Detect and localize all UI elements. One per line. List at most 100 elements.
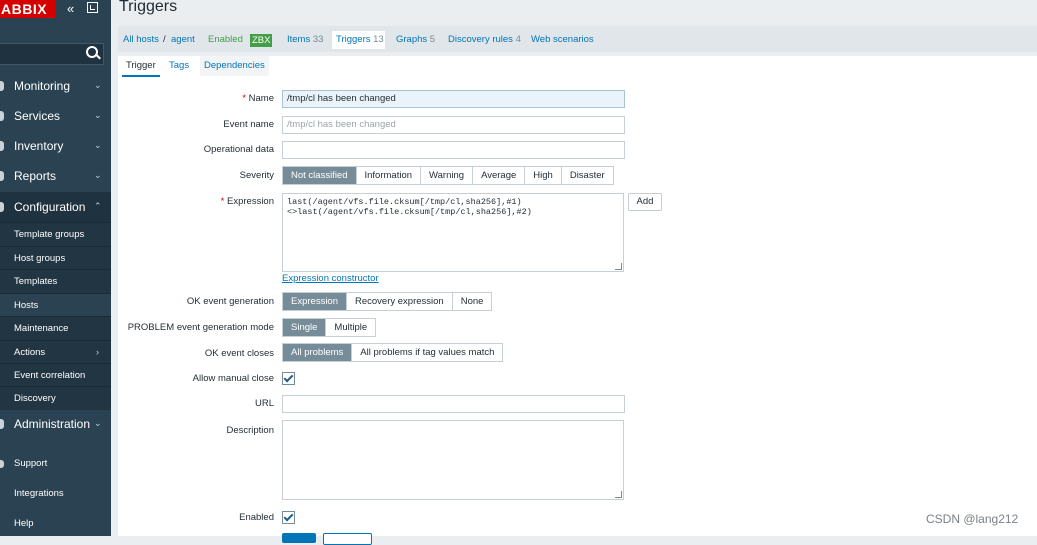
allow-manual-close-checkbox[interactable]	[282, 372, 295, 385]
sidebar-item-hosts[interactable]: Hosts	[0, 293, 111, 317]
sidebar-help[interactable]: Help	[0, 509, 111, 539]
problem-mode-single[interactable]: Single	[283, 319, 327, 336]
update-button[interactable]	[282, 533, 316, 543]
menu-label: Configuration	[14, 200, 86, 214]
ok-event-expression[interactable]: Expression	[283, 293, 347, 310]
url-label: URL	[254, 398, 274, 409]
services-icon	[0, 111, 4, 121]
resize-handle-icon[interactable]	[615, 263, 622, 270]
name-label-text: Name	[248, 93, 274, 104]
menu-monitoring[interactable]: Monitoring ⌄	[0, 71, 111, 101]
enabled-label: Enabled	[239, 512, 274, 523]
sidebar-support[interactable]: Support	[0, 449, 111, 479]
sidebar-item-discovery[interactable]: Discovery	[0, 386, 111, 410]
tab-tags[interactable]: Tags	[165, 56, 193, 76]
expression-label: * Expression	[221, 196, 274, 207]
triggers-count: 13	[373, 34, 384, 45]
problem-mode-label: PROBLEM event generation mode	[127, 322, 274, 333]
triggers-link[interactable]: Triggers 13	[336, 34, 384, 45]
bottom-label: Integrations	[14, 488, 64, 499]
host-navigation: All hosts / agent Enabled ZBX Items 33 T…	[118, 26, 1037, 52]
severity-selector: Not classified Information Warning Avera…	[282, 166, 614, 185]
ok-event-closes-selector: All problems All problems if tag values …	[282, 343, 504, 362]
inventory-icon	[0, 141, 4, 151]
kiosk-mode-icon[interactable]	[87, 2, 98, 13]
problem-mode-selector: Single Multiple	[282, 318, 377, 337]
form-tabs: Trigger Tags Dependencies	[118, 56, 1037, 79]
sidebar-item-templates[interactable]: Templates	[0, 269, 111, 293]
chevron-down-icon: ⌄	[94, 418, 102, 428]
menu-administration[interactable]: Administration ⌄	[0, 409, 111, 439]
severity-high[interactable]: High	[525, 167, 562, 184]
bottom-label: Help	[14, 518, 34, 529]
description-textarea[interactable]	[282, 420, 624, 500]
ok-event-recovery-expression[interactable]: Recovery expression	[347, 293, 453, 310]
host-status-enabled[interactable]: Enabled	[208, 34, 243, 45]
sub-item-label: Actions	[14, 347, 46, 358]
menu-label: Inventory	[14, 139, 64, 153]
zbx-availability-badge: ZBX	[250, 34, 273, 47]
menu-label: Monitoring	[14, 79, 71, 93]
items-label: Items	[287, 34, 311, 45]
menu-label: Services	[14, 109, 61, 123]
add-expression-button[interactable]: Add	[628, 193, 662, 211]
clone-button[interactable]	[323, 533, 372, 545]
web-scenarios-link[interactable]: Web scenarios	[531, 34, 594, 45]
menu-reports[interactable]: Reports ⌄	[0, 161, 111, 191]
resize-handle-icon[interactable]	[615, 491, 622, 498]
severity-information[interactable]: Information	[356, 167, 422, 184]
sidebar-integrations[interactable]: Integrations	[0, 479, 111, 509]
problem-mode-multiple[interactable]: Multiple	[326, 319, 376, 336]
page-title: Triggers	[119, 0, 178, 15]
graphs-label: Graphs	[396, 34, 428, 45]
sidebar-search-input[interactable]	[0, 43, 104, 65]
tab-dependencies[interactable]: Dependencies	[200, 56, 269, 76]
menu-services[interactable]: Services ⌄	[0, 101, 111, 131]
url-field[interactable]	[282, 395, 625, 413]
ok-event-none[interactable]: None	[452, 293, 492, 310]
chevron-right-icon: ›	[96, 347, 99, 357]
trigger-form: * Name /tmp/cl has been changed Event na…	[118, 78, 1037, 536]
zabbix-logo[interactable]: ABBIX	[0, 0, 56, 18]
expression-textarea[interactable]: last(/agent/vfs.file.cksum[/tmp/cl,sha25…	[282, 193, 624, 272]
discovery-rules-link[interactable]: Discovery rules 4	[448, 34, 521, 45]
allow-manual-close-label: Allow manual close	[192, 373, 274, 384]
sidebar: ABBIX « Monitoring ⌄ Services ⌄ Inventor…	[0, 0, 111, 536]
sidebar-item-maintenance[interactable]: Maintenance	[0, 316, 111, 340]
graphs-link[interactable]: Graphs 5	[396, 34, 435, 45]
breadcrumb-separator: /	[163, 34, 166, 45]
severity-warning[interactable]: Warning	[421, 167, 474, 184]
administration-icon	[0, 419, 4, 429]
tab-trigger[interactable]: Trigger	[122, 56, 160, 77]
watermark: CSDN @lang212	[926, 512, 1019, 526]
operational-data-field[interactable]	[282, 141, 625, 159]
sidebar-item-template-groups[interactable]: Template groups	[0, 222, 111, 246]
severity-not-classified[interactable]: Not classified	[283, 167, 357, 184]
ok-event-closes-label: OK event closes	[204, 348, 274, 359]
name-label: * Name	[242, 93, 274, 104]
sidebar-item-actions[interactable]: Actions ›	[0, 340, 111, 364]
host-link[interactable]: agent	[171, 34, 195, 45]
event-name-field[interactable]: /tmp/cl has been changed	[282, 116, 625, 134]
ok-closes-all-problems[interactable]: All problems	[283, 344, 353, 361]
name-field[interactable]: /tmp/cl has been changed	[282, 90, 625, 108]
sub-item-label: Event correlation	[14, 370, 86, 381]
menu-inventory[interactable]: Inventory ⌄	[0, 131, 111, 161]
expression-line-2: <>last(/agent/vfs.file.cksum[/tmp/cl,sha…	[287, 207, 532, 217]
severity-disaster[interactable]: Disaster	[561, 167, 613, 184]
sidebar-item-event-correlation[interactable]: Event correlation	[0, 363, 111, 387]
items-link[interactable]: Items 33	[287, 34, 323, 45]
search-icon[interactable]	[86, 46, 98, 58]
sidebar-item-host-groups[interactable]: Host groups	[0, 246, 111, 270]
severity-average[interactable]: Average	[473, 167, 526, 184]
sub-item-label: Discovery	[14, 393, 56, 404]
configuration-icon	[0, 202, 4, 212]
enabled-checkbox[interactable]	[282, 511, 295, 524]
all-hosts-link[interactable]: All hosts	[123, 34, 159, 45]
ok-closes-tag-match[interactable]: All problems if tag values match	[352, 344, 503, 361]
reports-icon	[0, 171, 4, 181]
double-chevron-left-icon[interactable]: «	[67, 1, 74, 16]
menu-configuration[interactable]: Configuration ⌃	[0, 192, 111, 222]
expression-constructor-link[interactable]: Expression constructor	[282, 273, 379, 284]
chevron-down-icon: ⌄	[94, 140, 102, 150]
